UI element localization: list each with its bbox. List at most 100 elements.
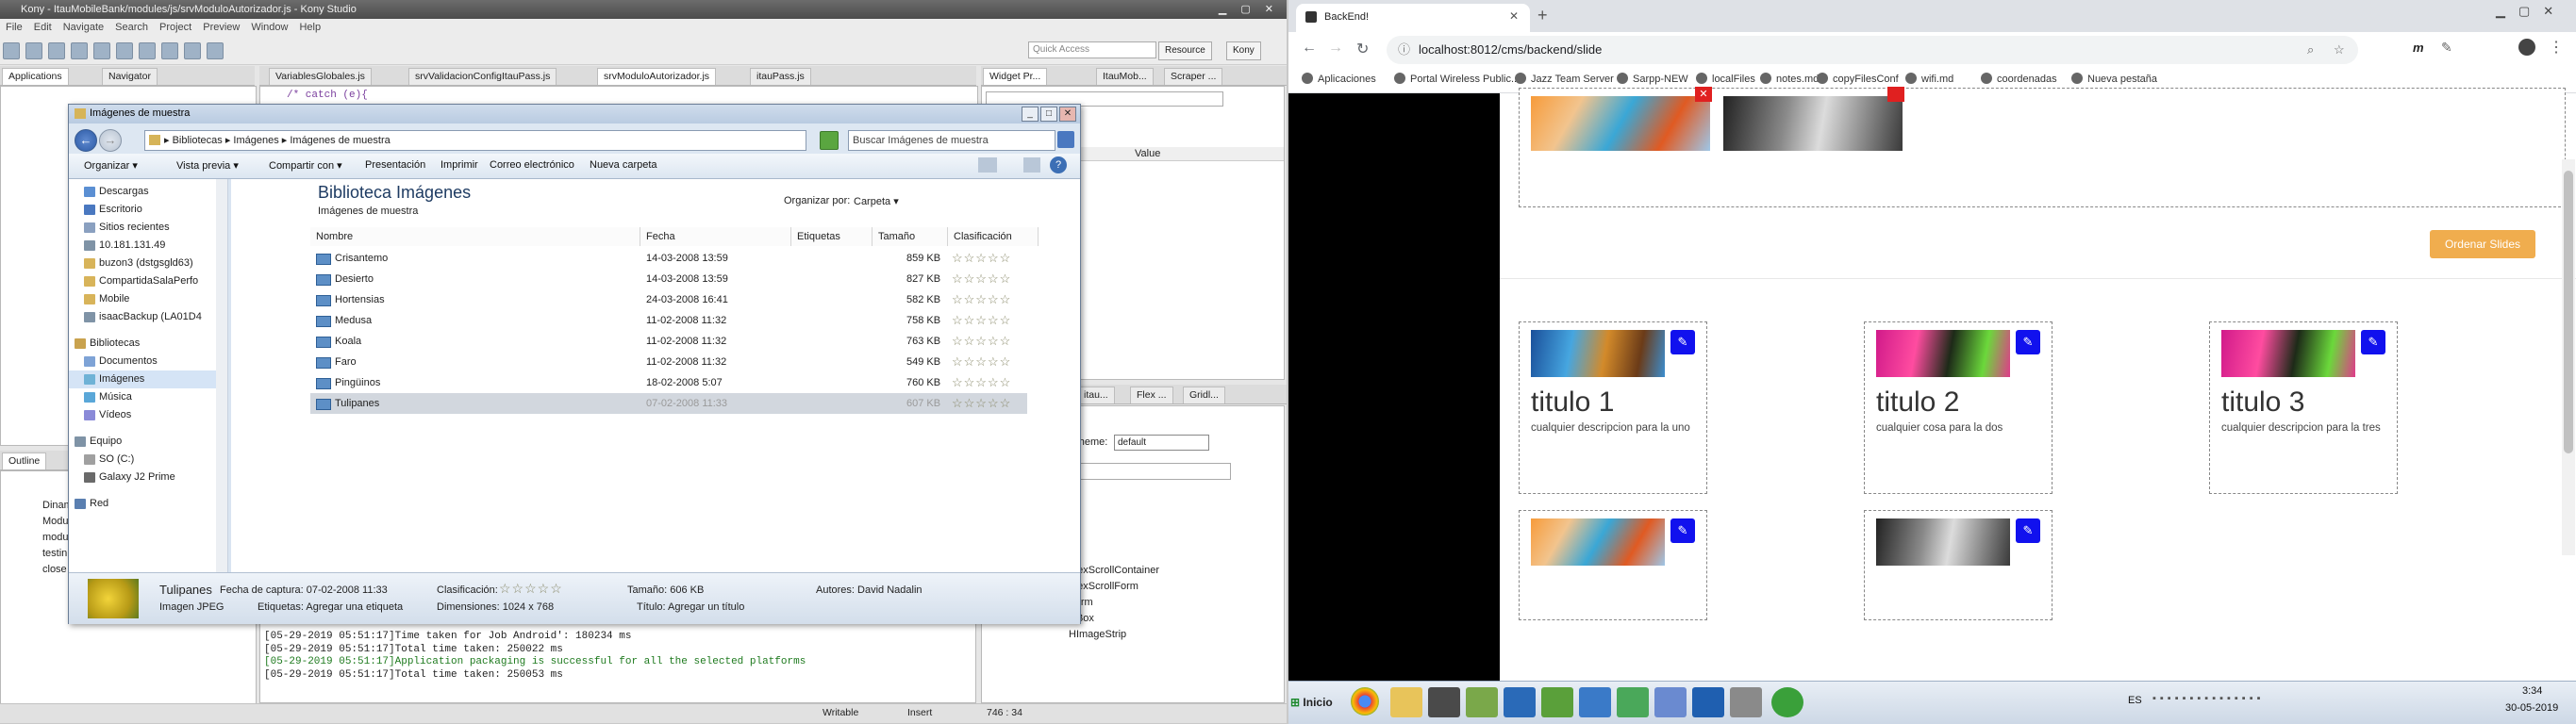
back-arrow-icon[interactable]: ← bbox=[75, 129, 97, 152]
perspective-kony[interactable]: Kony bbox=[1226, 41, 1261, 60]
file-rating-stars[interactable]: ☆☆☆☆☆ bbox=[952, 289, 1011, 310]
nav-item[interactable]: buzon3 (dstgsgld63) bbox=[69, 255, 216, 272]
explorer-task-icon[interactable] bbox=[1390, 687, 1422, 717]
lync-task-icon[interactable] bbox=[1504, 687, 1536, 717]
col-clasificacion[interactable]: Clasificación bbox=[948, 227, 1039, 246]
scrollbar-thumb[interactable] bbox=[2564, 171, 2573, 453]
search-input[interactable]: Buscar Imágenes de muestra bbox=[848, 130, 1055, 151]
menu-window[interactable]: Window bbox=[245, 19, 293, 36]
nav-item[interactable]: Documentos bbox=[69, 353, 216, 370]
widget-item[interactable]: FlexScrollForm bbox=[1069, 579, 1159, 595]
search-icon[interactable] bbox=[139, 42, 156, 59]
edit-icon[interactable]: ✎ bbox=[1670, 330, 1695, 354]
notepad-task-icon[interactable] bbox=[1466, 687, 1498, 717]
theme-select[interactable]: default bbox=[1114, 435, 1209, 451]
refresh-icon[interactable] bbox=[820, 131, 839, 150]
tab-gridl[interactable]: Gridl... bbox=[1183, 387, 1225, 403]
bookmark-item[interactable]: Sarpp-NEW bbox=[1617, 73, 1688, 85]
extension-m-icon[interactable]: m bbox=[2413, 41, 2424, 55]
file-row[interactable]: Koala 11-02-2008 11:32 763 KB ☆☆☆☆☆ bbox=[310, 331, 1027, 352]
tray-icons[interactable]: ▪▪▪▪▪▪▪▪▪▪▪▪▪▪▪ bbox=[2152, 693, 2265, 704]
breadcrumb[interactable]: ▸ Bibliotecas ▸ Imágenes ▸ Imágenes de m… bbox=[164, 131, 391, 150]
app2-task-icon[interactable] bbox=[1617, 687, 1649, 717]
new-tab-icon[interactable]: + bbox=[1537, 6, 1548, 25]
bookmark-item[interactable]: localFiles bbox=[1696, 73, 1755, 85]
order-slides-button[interactable]: Ordenar Slides bbox=[2430, 230, 2535, 258]
build-icon[interactable] bbox=[71, 42, 88, 59]
bookmark-item[interactable]: notes.md bbox=[1760, 73, 1819, 85]
app3-task-icon[interactable] bbox=[1654, 687, 1687, 717]
nav-item[interactable]: Red bbox=[69, 495, 216, 513]
file-rating-stars[interactable]: ☆☆☆☆☆ bbox=[952, 393, 1011, 414]
print-icon[interactable] bbox=[48, 42, 65, 59]
cmd-compartir[interactable]: Compartir con ▾ bbox=[269, 159, 342, 172]
cmd-nueva-carpeta[interactable]: Nueva carpeta bbox=[590, 159, 657, 171]
tab-variablesglobales[interactable]: VariablesGlobales.js bbox=[269, 68, 372, 85]
help-icon[interactable]: ? bbox=[1050, 156, 1067, 173]
reload-icon[interactable]: ↻ bbox=[1356, 40, 1369, 58]
detail-tags[interactable]: Etiquetas: Agregar una etiqueta bbox=[258, 601, 403, 613]
col-tamano[interactable]: Tamaño bbox=[873, 227, 948, 246]
page-scrollbar[interactable] bbox=[2562, 159, 2575, 555]
app-task-icon[interactable] bbox=[1541, 687, 1573, 717]
nav-item[interactable]: Vídeos bbox=[69, 406, 216, 424]
tab-flex[interactable]: Flex ... bbox=[1130, 387, 1173, 403]
nav-item[interactable]: Galaxy J2 Prime bbox=[69, 469, 216, 486]
menu-icon[interactable]: ⋮ bbox=[2549, 38, 2564, 57]
info-icon[interactable]: ⓘ bbox=[1398, 36, 1410, 64]
tab-srvmoduloautorizador[interactable]: srvModuloAutorizador.js bbox=[597, 68, 717, 85]
cmd-imprimir[interactable]: Imprimir bbox=[440, 159, 478, 171]
nav-item[interactable]: Bibliotecas bbox=[69, 335, 216, 353]
bookmark-item[interactable]: copyFilesConf bbox=[1817, 73, 1899, 85]
address-bar[interactable]: ▸ Bibliotecas ▸ Imágenes ▸ Imágenes de m… bbox=[144, 130, 806, 151]
save-icon[interactable] bbox=[25, 42, 42, 59]
file-row[interactable]: Pingüinos 18-02-2008 5:07 760 KB ☆☆☆☆☆ bbox=[310, 372, 1027, 393]
widget-item[interactable]: HBox bbox=[1069, 611, 1159, 627]
outlook-task-icon[interactable] bbox=[1692, 687, 1724, 717]
menu-navigate[interactable]: Navigate bbox=[58, 19, 109, 36]
tab-applications[interactable]: Applications bbox=[2, 68, 69, 85]
tab-srvvalidacion[interactable]: srvValidacionConfigItauPass.js bbox=[408, 68, 557, 85]
pin-icon[interactable] bbox=[207, 42, 224, 59]
kony-task-icon[interactable] bbox=[1428, 687, 1460, 717]
nav-item[interactable]: CompartidaSalaPerfo bbox=[69, 272, 216, 290]
file-rating-stars[interactable]: ☆☆☆☆☆ bbox=[952, 372, 1011, 393]
view-options-icon[interactable] bbox=[978, 157, 997, 173]
file-row[interactable]: Faro 11-02-2008 11:32 549 KB ☆☆☆☆☆ bbox=[310, 352, 1027, 372]
extension-puzzle-icon[interactable]: ✎ bbox=[2441, 40, 2452, 56]
file-rating-stars[interactable]: ☆☆☆☆☆ bbox=[952, 310, 1011, 331]
bookmark-item[interactable]: Nueva pestaña bbox=[2071, 73, 2157, 85]
forward-arrow-icon[interactable]: → bbox=[99, 129, 122, 152]
maximize-button[interactable]: □ bbox=[1040, 107, 1057, 122]
cmd-organizar[interactable]: Organizar ▾ bbox=[84, 159, 138, 172]
tab-scraper[interactable]: Scraper ... bbox=[1164, 68, 1223, 85]
widget-item[interactable]: Form bbox=[1069, 595, 1159, 611]
perspective-resource[interactable]: Resource bbox=[1158, 41, 1212, 60]
quick-access-input[interactable]: Quick Access bbox=[1028, 41, 1156, 58]
nav-item[interactable]: Música bbox=[69, 388, 216, 406]
address-bar[interactable]: ⓘ localhost:8012/cms/backend/slide ⌕ ☆ bbox=[1387, 36, 2358, 64]
close-button[interactable]: ✕ bbox=[1059, 107, 1076, 122]
widget-item[interactable]: up bbox=[1069, 513, 1159, 529]
search-icon[interactable] bbox=[1057, 131, 1074, 148]
delete-icon[interactable] bbox=[1887, 87, 1904, 102]
bookmark-item[interactable]: wifi.md bbox=[1905, 73, 1953, 85]
col-etiquetas[interactable]: Etiquetas bbox=[791, 227, 873, 246]
nav-scrollbar[interactable] bbox=[216, 179, 228, 582]
edit-icon[interactable]: ✎ bbox=[1670, 518, 1695, 543]
menu-search[interactable]: Search bbox=[109, 19, 154, 36]
debug-icon[interactable] bbox=[116, 42, 133, 59]
bookmark-item[interactable]: Portal Wireless Public... bbox=[1394, 73, 1520, 85]
zoom-icon[interactable]: ⌕ bbox=[2307, 36, 2314, 64]
vscode-task-icon[interactable] bbox=[1579, 687, 1611, 717]
start-button[interactable]: ⊞ Inicio bbox=[1290, 689, 1345, 716]
file-row[interactable]: Tulipanes 07-02-2008 11:33 607 KB ☆☆☆☆☆ bbox=[310, 393, 1027, 414]
url-text[interactable]: localhost:8012/cms/backend/slide bbox=[1419, 36, 1602, 64]
forward-icon[interactable]: → bbox=[1328, 40, 1343, 57]
tab-itaumob[interactable]: ItauMob... bbox=[1096, 68, 1154, 85]
file-rating-stars[interactable]: ☆☆☆☆☆ bbox=[952, 248, 1011, 269]
file-rating-stars[interactable]: ☆☆☆☆☆ bbox=[952, 352, 1011, 372]
menu-help[interactable]: Help bbox=[293, 19, 326, 36]
back-icon[interactable]: ← bbox=[1302, 40, 1317, 57]
settings-task-icon[interactable] bbox=[1730, 687, 1762, 717]
